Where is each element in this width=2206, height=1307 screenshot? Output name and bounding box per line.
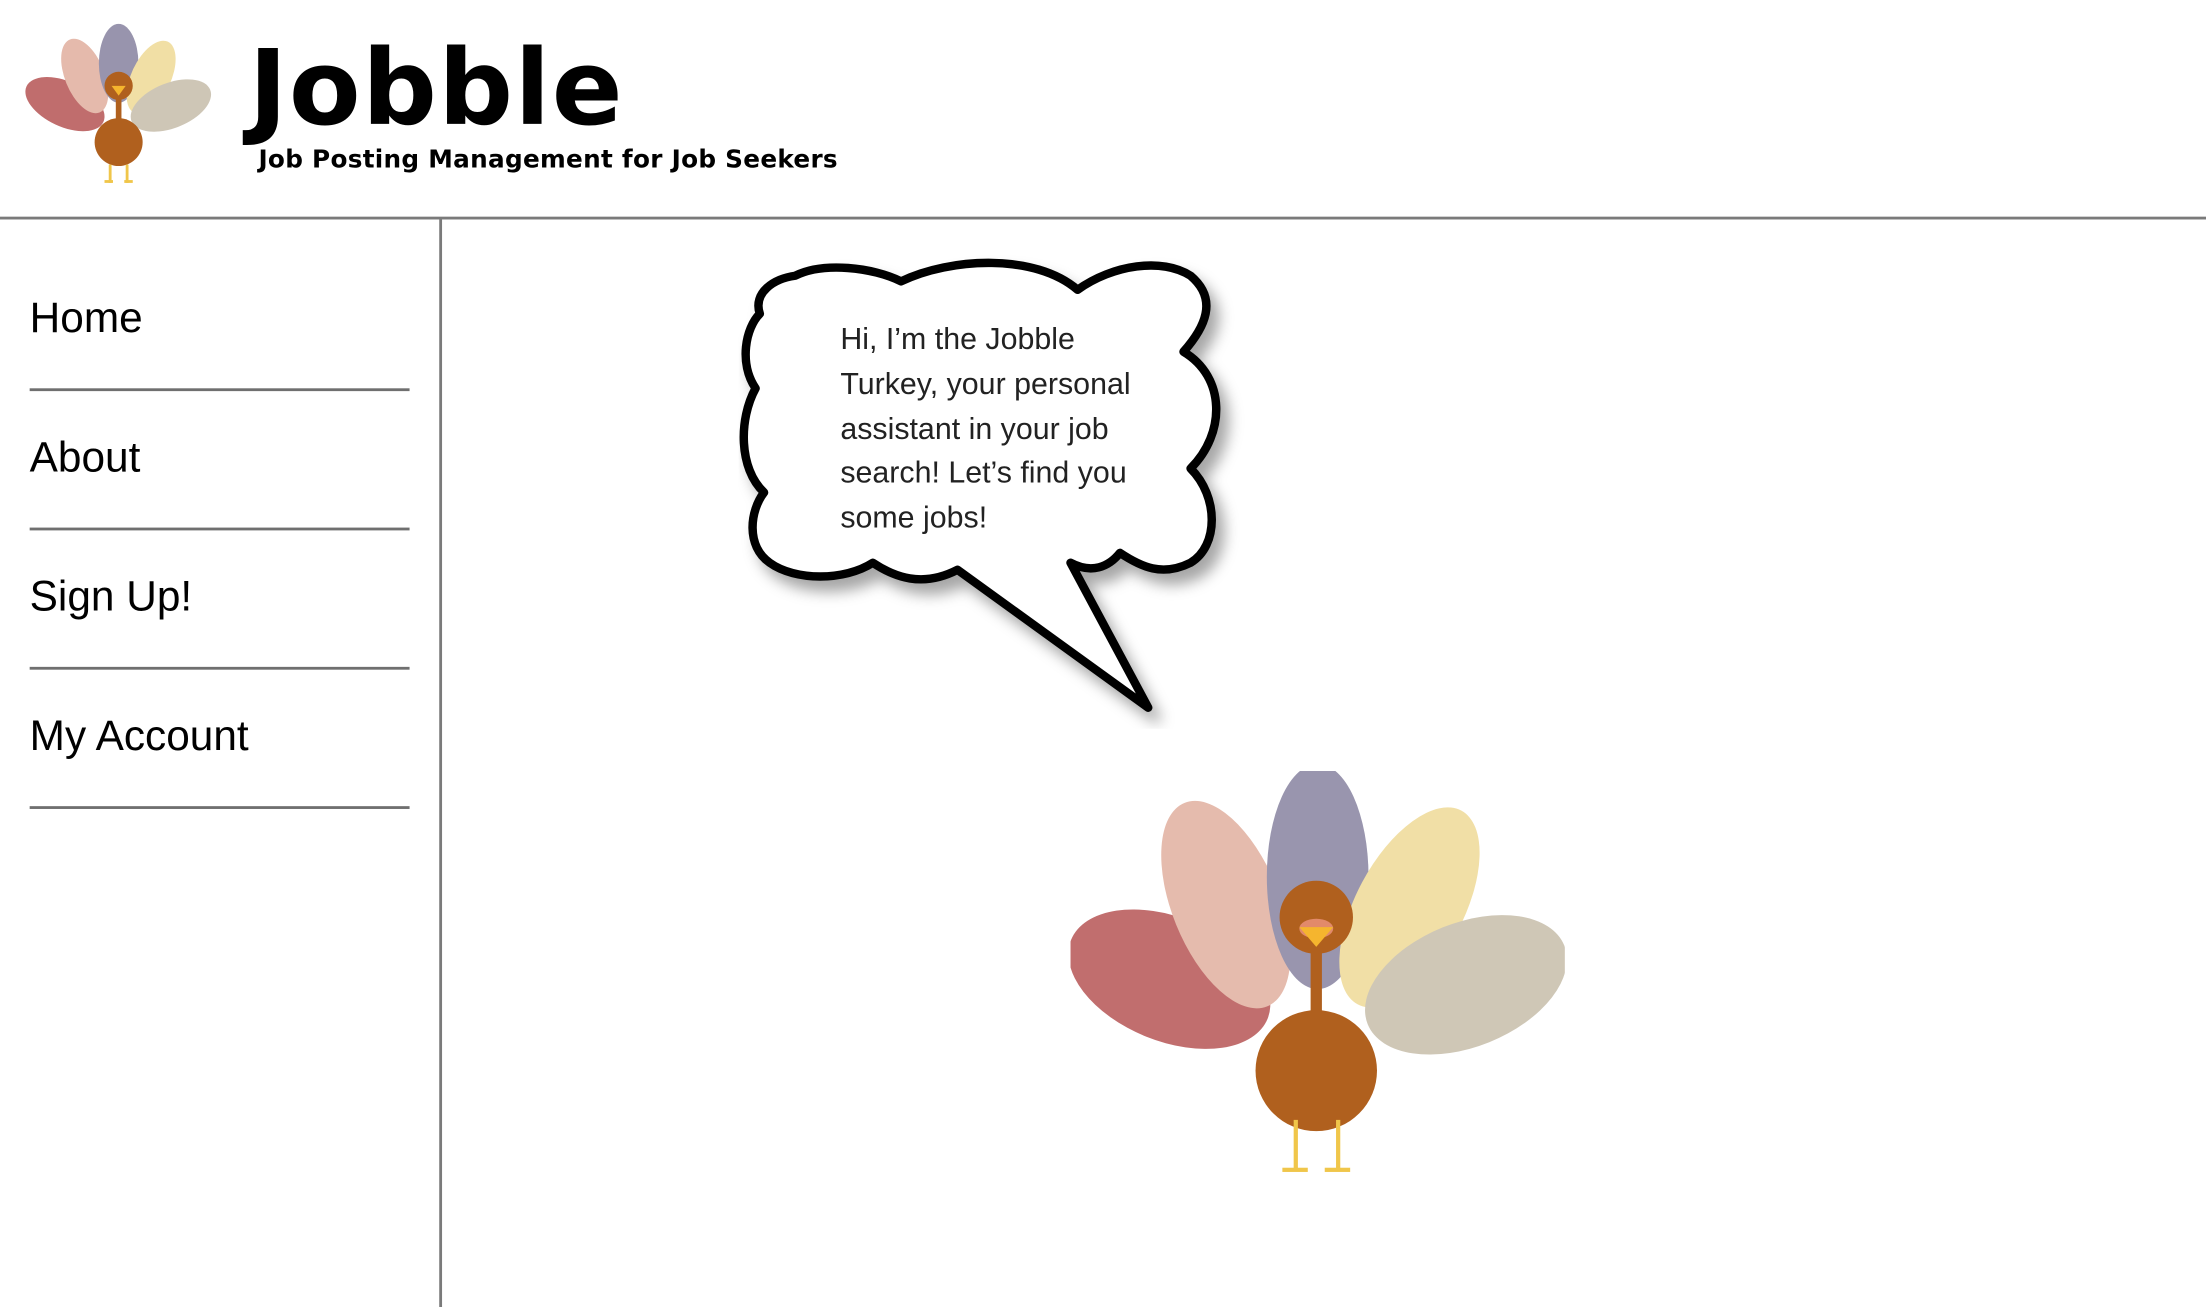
sidebar-item-label: About xyxy=(29,434,141,482)
page: Jobble Job Posting Management for Job Se… xyxy=(0,0,2206,1307)
site-subtitle: Job Posting Management for Job Seekers xyxy=(258,146,838,175)
speech-bubble-text: Hi, I’m the Jobble Turkey, your personal… xyxy=(840,322,1131,535)
sidebar-item-home[interactable]: Home xyxy=(29,249,410,392)
turkey-mascot-icon xyxy=(1070,770,1565,1172)
sidebar-item-my-account[interactable]: My Account xyxy=(29,667,410,809)
turkey-logo-icon[interactable] xyxy=(20,20,221,194)
site-header: Jobble Job Posting Management for Job Se… xyxy=(0,0,2206,220)
sidebar-item-label: My Account xyxy=(29,713,249,760)
sidebar-item-about[interactable]: About xyxy=(29,388,410,531)
main-content: Hi, I’m the Jobble Turkey, your personal… xyxy=(442,219,2206,1307)
sidebar-item-label: Home xyxy=(29,295,143,342)
site-title[interactable]: Jobble xyxy=(249,25,624,152)
sidebar-nav: Home About Sign Up! My Account xyxy=(0,219,443,1307)
sidebar-item-sign-up[interactable]: Sign Up! xyxy=(29,528,410,670)
sidebar-item-label: Sign Up! xyxy=(29,574,193,621)
